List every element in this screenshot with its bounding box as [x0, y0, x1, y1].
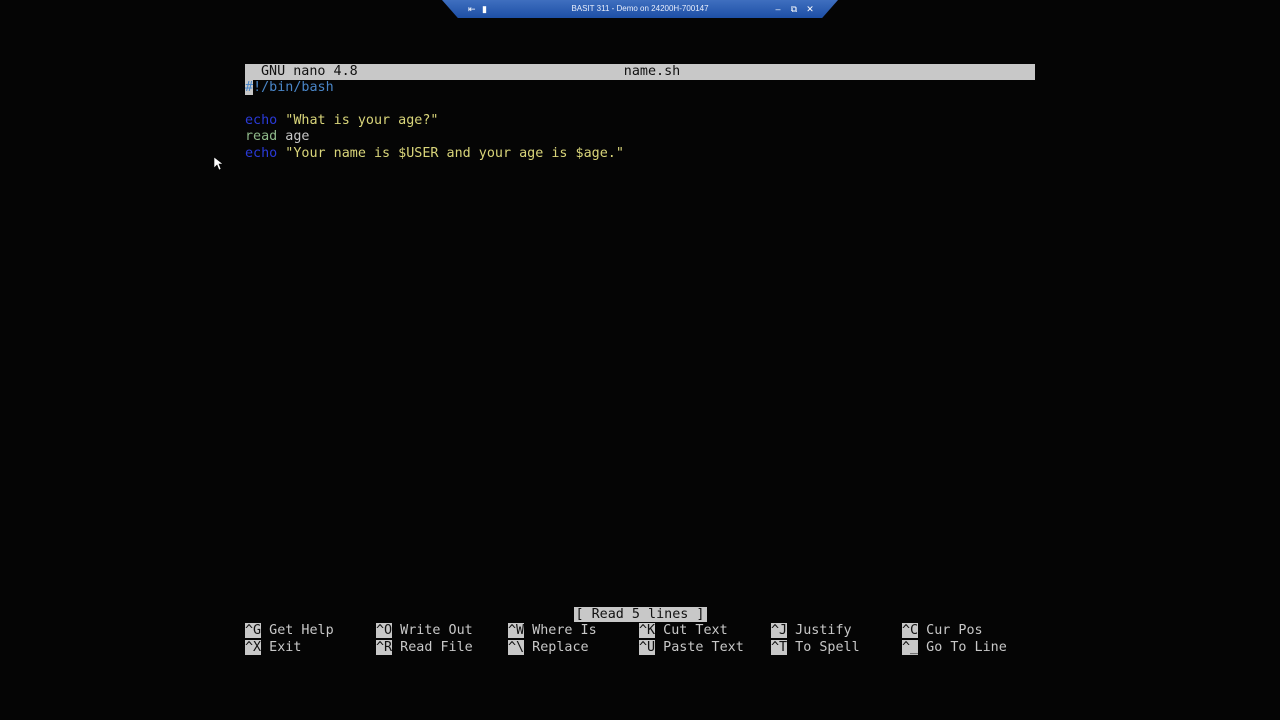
shortcut-exit[interactable]: ^X Exit: [245, 640, 301, 656]
shortcut-label: To Spell: [787, 640, 860, 655]
shortcut-label: Get Help: [261, 623, 334, 638]
editor-line-3[interactable]: echo "What is your age?": [245, 113, 439, 129]
shortcut-paste-text[interactable]: ^U Paste Text: [639, 640, 744, 656]
status-message: [ Read 5 lines ]: [245, 607, 1035, 623]
editor-line-4[interactable]: read age: [245, 129, 310, 145]
shortcut-key: ^C: [902, 623, 919, 638]
shortcut-label: Replace: [524, 640, 589, 655]
restore-button[interactable]: ⧉: [788, 0, 800, 18]
shortcut-key: ^W: [508, 623, 525, 638]
shortcut-label: Where Is: [524, 623, 597, 638]
shortcut-where-is[interactable]: ^W Where Is: [508, 623, 597, 639]
shortcut-cur-pos[interactable]: ^C Cur Pos: [902, 623, 983, 639]
nano-title-bar: GNU nano 4.8 name.sh: [245, 64, 1035, 80]
screen: ⇤ ▮ BASIT 311 - Demo on 24200H-700147 – …: [0, 0, 1280, 720]
variable-name: age: [277, 129, 310, 144]
shortcut-label: Write Out: [392, 623, 473, 638]
shortcut-key: ^T: [771, 640, 788, 655]
mouse-pointer-icon: [214, 157, 224, 171]
close-button[interactable]: ✕: [804, 0, 816, 18]
shortcut-key: ^_: [902, 640, 919, 655]
keyword-echo: echo: [245, 146, 278, 161]
text-cursor: #: [245, 80, 254, 95]
shortcut-label: Go To Line: [918, 640, 1007, 655]
status-text: [ Read 5 lines ]: [573, 607, 707, 622]
keyword-echo: echo: [245, 113, 278, 128]
shortcut-key: ^K: [639, 623, 656, 638]
shortcut-label: Justify: [787, 623, 852, 638]
shortcut-label: Cut Text: [655, 623, 728, 638]
shortcut-key: ^J: [771, 623, 788, 638]
keyword-read: read: [245, 129, 278, 144]
shortcut-label: Read File: [392, 640, 473, 655]
remote-connection-bar[interactable]: ⇤ ▮ BASIT 311 - Demo on 24200H-700147 – …: [442, 0, 838, 18]
nano-editor[interactable]: GNU nano 4.8 name.sh #!/bin/bash echo "W…: [245, 64, 1035, 656]
shortcut-go-to-line[interactable]: ^_ Go To Line: [902, 640, 1007, 656]
editor-line-1[interactable]: #!/bin/bash: [245, 80, 334, 96]
editor-line-5[interactable]: echo "Your name is $USER and your age is…: [245, 146, 624, 162]
shortcut-key: ^\: [508, 640, 525, 655]
shortcut-key: ^O: [376, 623, 393, 638]
shortcut-cut-text[interactable]: ^K Cut Text: [639, 623, 728, 639]
shortcut-key: ^R: [376, 640, 393, 655]
shortcut-replace[interactable]: ^\ Replace: [508, 640, 589, 656]
shortcut-read-file[interactable]: ^R Read File: [376, 640, 473, 656]
shortcut-justify[interactable]: ^J Justify: [771, 623, 852, 639]
shortcut-label: Cur Pos: [918, 623, 983, 638]
shortcut-key: ^X: [245, 640, 262, 655]
shortcut-to-spell[interactable]: ^T To Spell: [771, 640, 860, 656]
shortcut-label: Exit: [261, 640, 302, 655]
shortcut-label: Paste Text: [655, 640, 744, 655]
shortcut-get-help[interactable]: ^G Get Help: [245, 623, 334, 639]
minimize-button[interactable]: –: [772, 0, 784, 18]
shortcut-key: ^U: [639, 640, 656, 655]
string-literal: "Your name is $USER and your age is $age…: [277, 146, 624, 161]
string-literal: "What is your age?": [277, 113, 439, 128]
shebang-text: !/bin/bash: [253, 80, 334, 95]
shortcut-write-out[interactable]: ^O Write Out: [376, 623, 473, 639]
file-name: name.sh: [623, 64, 681, 79]
shortcut-key: ^G: [245, 623, 262, 638]
